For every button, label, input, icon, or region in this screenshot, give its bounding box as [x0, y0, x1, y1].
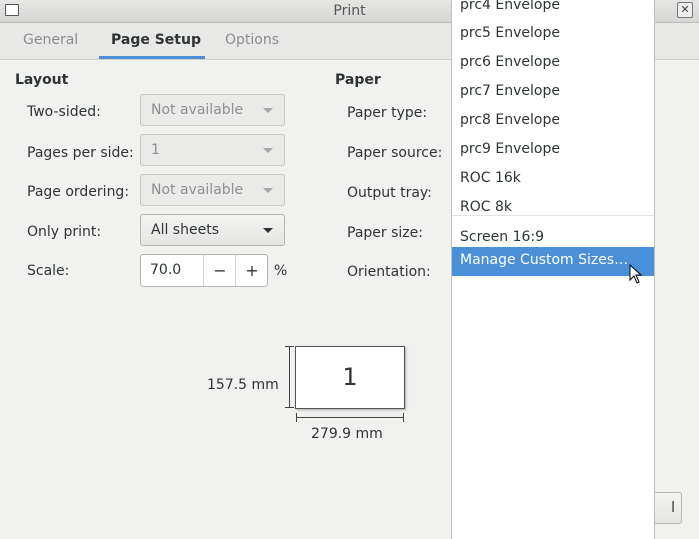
width-dimension-tick	[403, 413, 404, 422]
active-tab-indicator	[99, 56, 205, 59]
dialog-right-area	[654, 0, 699, 539]
paper-section-title: Paper	[335, 72, 381, 88]
height-dimension-tick	[285, 346, 294, 347]
pages-per-side-value: 1	[151, 142, 160, 158]
scale-spinbutton: 70.0 − +	[140, 254, 268, 287]
menu-item-prc6-envelope[interactable]: prc6 Envelope	[452, 49, 654, 78]
scale-decrement-button[interactable]: −	[203, 255, 236, 286]
paper-size-label: Paper size:	[347, 225, 423, 241]
paper-type-label: Paper type:	[347, 105, 428, 121]
paper-source-label: Paper source:	[347, 145, 443, 161]
scale-increment-button[interactable]: +	[235, 255, 268, 286]
page-ordering-value: Not available	[151, 182, 244, 198]
page-ordering-combo[interactable]: Not available	[140, 174, 285, 206]
pages-per-side-label: Pages per side:	[27, 145, 134, 161]
height-dimension-line	[289, 346, 290, 408]
output-tray-label: Output tray:	[347, 185, 432, 201]
only-print-label: Only print:	[27, 224, 102, 240]
preview-height-label: 157.5 mm	[207, 377, 279, 393]
page-ordering-label: Page ordering:	[27, 184, 130, 200]
preview-page-number: 1	[342, 363, 358, 391]
width-dimension-tick	[296, 413, 297, 422]
menu-item-prc7-envelope[interactable]: prc7 Envelope	[452, 78, 654, 107]
tab-general[interactable]: General	[23, 32, 78, 48]
dropdown-arrow-icon	[263, 108, 273, 113]
two-sided-label: Two-sided:	[27, 104, 101, 120]
only-print-combo[interactable]: All sheets	[140, 214, 285, 246]
pages-per-side-combo[interactable]: 1	[140, 134, 285, 166]
orientation-label: Orientation:	[347, 264, 431, 280]
only-print-value: All sheets	[151, 222, 219, 238]
tab-page-setup[interactable]: Page Setup	[111, 32, 201, 48]
menu-item-roc-16k[interactable]: ROC 16k	[452, 165, 654, 194]
menu-item-prc9-envelope[interactable]: prc9 Envelope	[452, 136, 654, 165]
layout-section-title: Layout	[15, 72, 69, 88]
menu-item-prc4-envelope[interactable]: prc4 Envelope	[452, 0, 654, 21]
dropdown-arrow-icon	[263, 148, 273, 153]
preview-width-label: 279.9 mm	[311, 426, 383, 442]
menu-separator	[452, 215, 654, 216]
menu-item-roc-8k[interactable]: ROC 8k	[452, 194, 654, 223]
dropdown-arrow-icon	[263, 188, 273, 193]
paper-size-dropdown-menu: prc4 Envelope prc5 Envelope prc6 Envelop…	[451, 0, 655, 539]
tab-options[interactable]: Options	[225, 32, 279, 48]
scale-label: Scale:	[27, 263, 70, 279]
two-sided-value: Not available	[151, 102, 244, 118]
mouse-cursor-icon	[629, 264, 643, 284]
two-sided-combo[interactable]: Not available	[140, 94, 285, 126]
scale-input[interactable]: 70.0	[150, 262, 181, 278]
menu-item-manage-custom-sizes[interactable]: Manage Custom Sizes…	[452, 247, 654, 276]
menu-item-prc5-envelope[interactable]: prc5 Envelope	[452, 20, 654, 49]
page-preview: 1	[295, 346, 405, 409]
width-dimension-line	[296, 417, 404, 418]
dropdown-arrow-icon	[263, 228, 273, 233]
height-dimension-tick	[285, 407, 294, 408]
scale-unit: %	[274, 263, 288, 279]
menu-item-prc8-envelope[interactable]: prc8 Envelope	[452, 107, 654, 136]
